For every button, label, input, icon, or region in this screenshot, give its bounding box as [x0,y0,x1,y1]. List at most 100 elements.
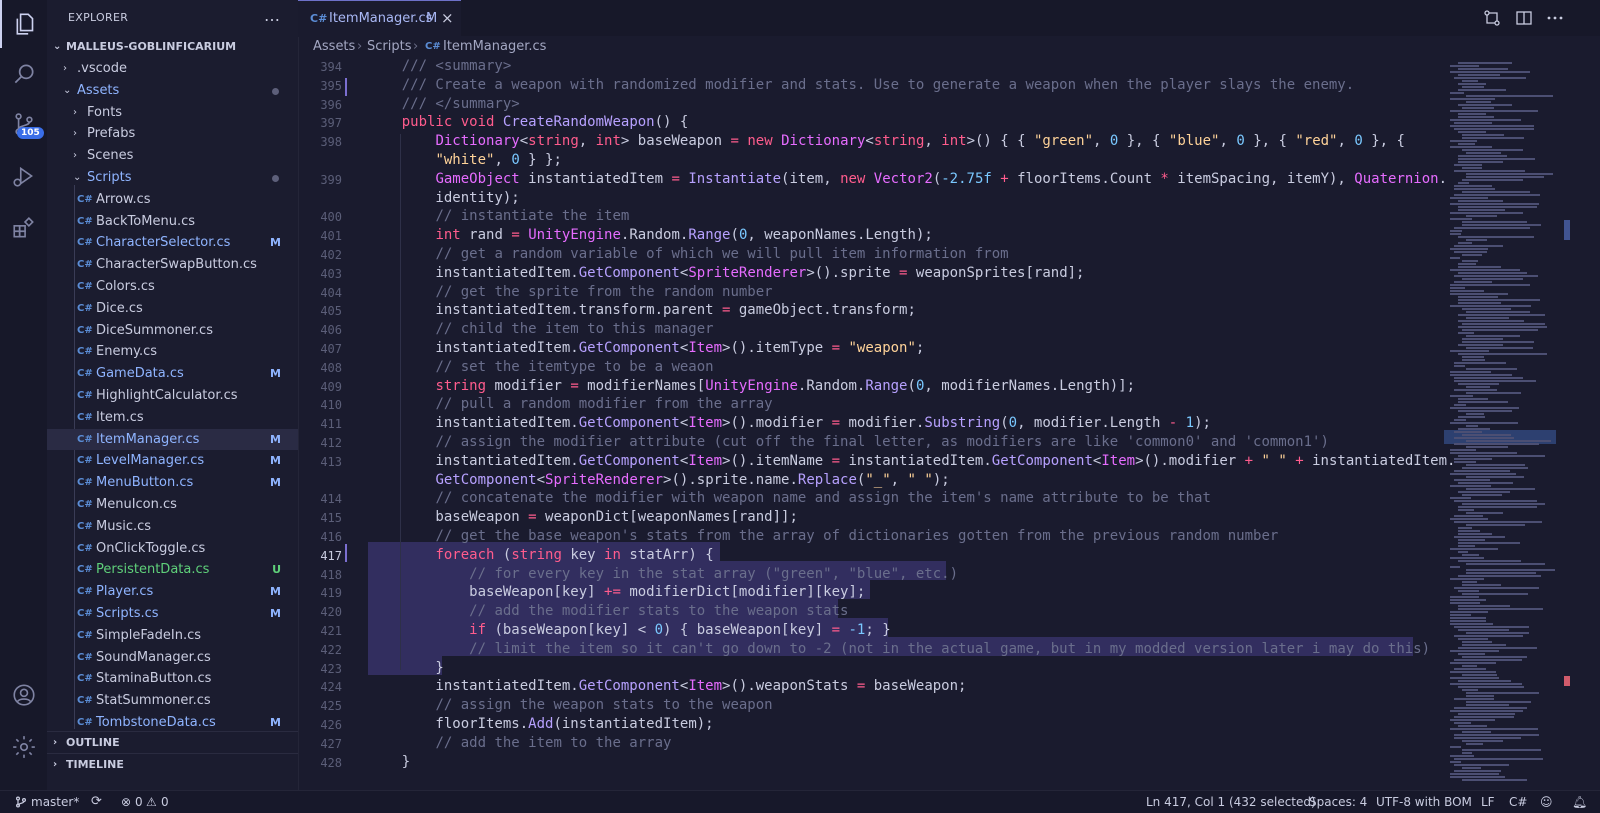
minimap-line [1454,626,1529,628]
tree-item-label: Enemy.cs [96,344,158,360]
csharp-file-icon: C# [77,651,93,663]
tree-file[interactable]: C# Arrow.cs [47,189,298,210]
tree-folder[interactable]: ⌄ Assets [47,80,298,101]
line-number: 427 [320,736,342,751]
tree-file[interactable]: C# Music.cs [47,516,298,537]
tree-file[interactable]: C# OnClickToggle.cs [47,538,298,559]
errors-icon[interactable]: ⊗ [121,791,131,813]
open-changes-icon[interactable] [1483,9,1501,27]
minimap-line [1458,320,1524,322]
settings-gear-icon[interactable] [0,723,47,771]
csharp-file-icon: C# [77,215,93,227]
minimap-line [1462,584,1501,586]
tree-folder[interactable]: › Prefabs [47,123,298,144]
code-editor[interactable]: 394 /// <summary> 395 /// Create a weapon… [298,58,1455,790]
language-mode[interactable]: C# [1509,791,1527,813]
feedback-icon[interactable]: ☺ [1540,791,1553,813]
extensions-icon[interactable] [0,204,47,252]
tree-file[interactable]: C# CharacterSwapButton.cs [47,254,298,275]
tree-item-label: Scenes [87,148,134,164]
breadcrumb-scripts[interactable]: Scripts [367,36,411,58]
tab-itemmanager[interactable]: C# ItemManager.cs M × [298,0,461,37]
tree-file[interactable]: C# MenuButton.cs M [47,472,298,493]
tree-file[interactable]: C# DiceSummoner.cs [47,320,298,341]
minimap-line [1454,707,1527,709]
line-number: 419 [320,586,342,601]
tree-file[interactable]: C# GameData.cs M [47,363,298,384]
tree-file[interactable]: C# Item.cs [47,407,298,428]
tree-folder[interactable]: › Fonts [47,102,298,123]
minimap-line [1458,332,1474,334]
csharp-file-icon: C# [77,477,93,489]
split-editor-icon[interactable] [1515,9,1533,27]
notifications-icon[interactable]: 🔔︎ [1572,791,1587,813]
warning-icon[interactable]: ⚠ [146,791,157,813]
csharp-file-icon: C# [77,411,93,423]
source-control-icon[interactable] [0,100,47,148]
minimap-line [1458,398,1488,400]
tree-file[interactable]: C# StaminaButton.cs [47,668,298,689]
csharp-file-icon: C# [425,41,441,52]
chevron-down-icon: ⌄ [53,41,62,52]
minimap-line [1458,482,1513,484]
tree-item-label: OnClickToggle.cs [96,540,206,556]
tree-file[interactable]: C# HighlightCalculator.cs [47,385,298,406]
search-icon[interactable] [0,50,47,98]
timeline-section[interactable]: › TIMELINE [47,753,298,776]
tree-file[interactable]: C# BackToMenu.cs [47,211,298,232]
tree-file[interactable]: C# TombstoneData.cs M [47,712,298,733]
tree-folder[interactable]: › Scenes [47,145,298,166]
code-line: instantiatedItem.GetComponent<Item>().it… [368,340,925,356]
branch-name[interactable]: master* [31,791,79,813]
code-line: /// <summary> [401,58,512,74]
encoding[interactable]: UTF-8 with BOM [1376,791,1472,813]
tree-file[interactable]: C# ItemManager.cs M [47,428,298,450]
tree-file[interactable]: C# Colors.cs [47,276,298,297]
outline-section[interactable]: › OUTLINE [47,731,298,754]
tree-item-label: Music.cs [96,518,152,534]
tree-folder[interactable]: ⌄ Scripts [47,167,298,188]
explorer-icon[interactable] [0,0,49,48]
tree-file[interactable]: C# Dice.cs [47,298,298,319]
tree-file[interactable]: C# PersistentData.cs U [47,559,298,580]
tree-file[interactable]: C# Player.cs M [47,581,298,602]
cursor-position[interactable]: Ln 417, Col 1 (432 selected) [1146,791,1316,813]
breadcrumb-file[interactable]: ItemManager.cs [443,36,546,58]
tree-file[interactable]: C# SimpleFadeIn.cs [47,625,298,646]
tree-file[interactable]: C# StatSummoner.cs [47,690,298,711]
code-line: // set the itemtype to be a weaon [435,358,714,375]
chevron-right-icon: › [73,150,77,162]
tree-file[interactable]: C# Scripts.cs M [47,603,298,624]
tree-file[interactable]: C# LevelManager.cs M [47,450,298,471]
account-icon[interactable] [0,671,47,719]
minimap-line [1450,65,1479,67]
minimap-line [1458,68,1508,70]
editor-scrollbar[interactable] [1560,58,1574,790]
modified-gutter-mark [345,78,347,96]
close-icon[interactable]: × [441,9,454,27]
minimap-line [1450,293,1508,295]
breadcrumb-assets[interactable]: Assets [313,36,355,58]
tree-file[interactable]: C# MenuIcon.cs [47,494,298,515]
minimap-line [1454,521,1542,523]
tree-file[interactable]: C# Enemy.cs [47,341,298,362]
minimap-line [1450,719,1495,721]
sync-icon[interactable]: ⟳ [91,791,102,813]
more-actions-icon[interactable] [1546,9,1564,27]
line-number: 420 [320,605,342,620]
minimap-line [1458,104,1512,106]
code-line: instantiatedItem.transform.parent = game… [368,302,916,319]
more-actions-icon[interactable]: … [264,6,280,25]
minimap-line [1458,509,1474,511]
tree-folder[interactable]: › .vscode [47,58,298,79]
line-number: 409 [320,379,342,394]
line-number: 410 [320,398,342,413]
tree-file[interactable]: C# CharacterSelector.cs M [47,232,298,253]
minimap-line [1450,269,1520,271]
minimap[interactable] [1440,58,1560,790]
run-debug-icon[interactable] [0,152,47,200]
indentation[interactable]: Spaces: 4 [1309,791,1367,813]
line-ending[interactable]: LF [1481,791,1495,813]
project-folder[interactable]: ⌄ MALLEUS-GOBLINFICARIUM [47,36,298,57]
tree-file[interactable]: C# SoundManager.cs [47,647,298,668]
